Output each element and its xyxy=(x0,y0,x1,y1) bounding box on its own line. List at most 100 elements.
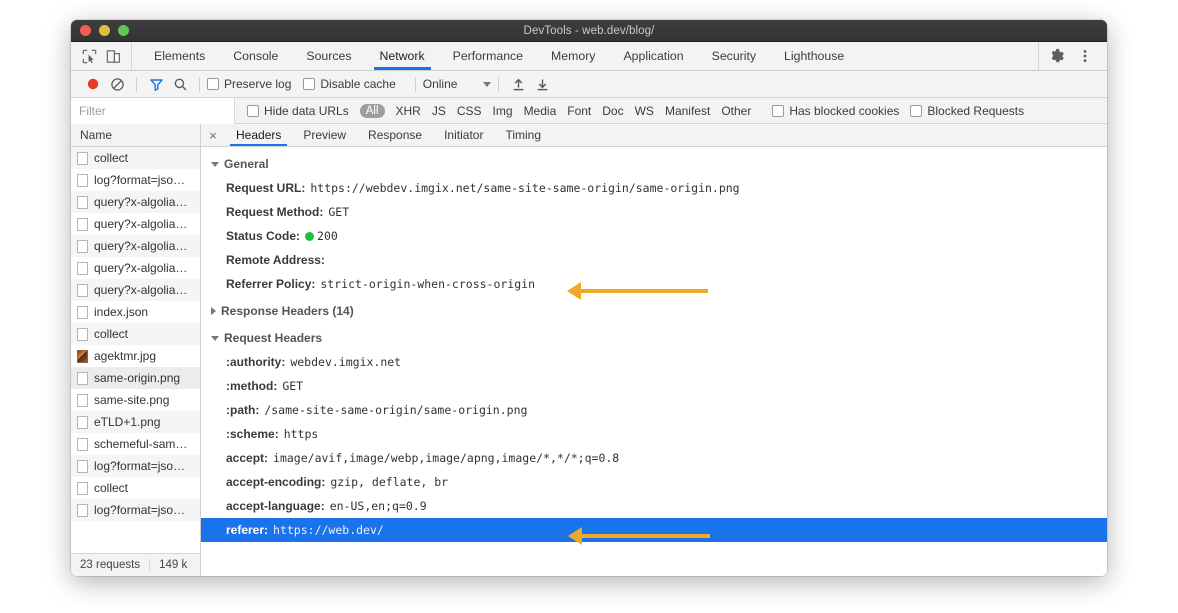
filter-type-ws[interactable]: WS xyxy=(635,104,654,118)
filter-type-other[interactable]: Other xyxy=(721,104,751,118)
generic-file-icon xyxy=(77,152,88,165)
record-button-red[interactable] xyxy=(81,73,105,95)
checkbox-box xyxy=(910,105,922,117)
toolbar-divider-2 xyxy=(199,77,200,92)
filter-type-doc[interactable]: Doc xyxy=(602,104,623,118)
toolbar-divider-4 xyxy=(498,77,499,92)
inspect-element-icon[interactable] xyxy=(81,48,98,65)
status-transfer-size: 149 k xyxy=(149,559,196,571)
network-filter-bar: Hide data URLs All XHR JS CSS Img Media … xyxy=(71,98,1107,124)
column-header-name: Name xyxy=(80,128,112,142)
preserve-log-checkbox[interactable]: Preserve log xyxy=(207,77,291,91)
network-controls-bar: Preserve log Disable cache Online xyxy=(71,71,1107,98)
filter-type-js[interactable]: JS xyxy=(432,104,446,118)
header-remote-address: Remote Address: xyxy=(201,248,1107,272)
filter-type-all[interactable]: All xyxy=(360,104,385,118)
screenshot-root: DevTools - web.dev/blog/ Elements Consol… xyxy=(0,0,1178,613)
tab-network[interactable]: Network xyxy=(366,42,439,70)
table-row[interactable]: collect xyxy=(71,477,200,499)
more-vertical-icon[interactable] xyxy=(1073,44,1097,68)
table-row[interactable]: collect xyxy=(71,147,200,169)
arrow-head-icon xyxy=(568,527,582,545)
header-request-url: Request URL: https://webdev.imgix.net/sa… xyxy=(201,176,1107,200)
disable-cache-label: Disable cache xyxy=(320,77,395,91)
checkbox-box xyxy=(772,105,784,117)
filter-type-font[interactable]: Font xyxy=(567,104,591,118)
tab-headers[interactable]: Headers xyxy=(225,124,292,146)
table-row[interactable]: query?x-algolia… xyxy=(71,191,200,213)
close-icon[interactable]: × xyxy=(201,124,225,146)
filter-type-xhr[interactable]: XHR xyxy=(396,104,421,118)
zoom-window-button[interactable] xyxy=(118,25,129,36)
filter-input[interactable] xyxy=(71,98,235,124)
table-row[interactable]: query?x-algolia… xyxy=(71,213,200,235)
filter-funnel-icon-active[interactable] xyxy=(144,73,168,95)
throttle-select[interactable]: Online xyxy=(423,77,492,91)
table-row[interactable]: same-site.png xyxy=(71,389,200,411)
table-row[interactable]: query?x-algolia… xyxy=(71,279,200,301)
header-accept: accept: image/avif,image/webp,image/apng… xyxy=(201,446,1107,470)
window-titlebar: DevTools - web.dev/blog/ xyxy=(71,20,1107,42)
table-row-selected[interactable]: same-origin.png xyxy=(71,367,200,389)
tab-memory[interactable]: Memory xyxy=(537,42,609,70)
generic-file-icon xyxy=(77,284,88,297)
import-har-icon[interactable] xyxy=(506,73,530,95)
clear-network-log-icon[interactable] xyxy=(105,73,129,95)
status-requests-count: 23 requests xyxy=(71,559,149,571)
tab-elements[interactable]: Elements xyxy=(140,42,219,70)
table-row[interactable]: log?format=jso… xyxy=(71,499,200,521)
gear-icon[interactable] xyxy=(1045,44,1069,68)
table-row[interactable]: index.json xyxy=(71,301,200,323)
section-general[interactable]: General xyxy=(201,152,1107,176)
tab-performance[interactable]: Performance xyxy=(439,42,537,70)
table-row[interactable]: query?x-algolia… xyxy=(71,257,200,279)
hide-data-urls-checkbox[interactable]: Hide data URLs xyxy=(247,104,349,118)
generic-file-icon xyxy=(77,306,88,319)
section-response-headers[interactable]: Response Headers (14) xyxy=(201,299,1107,323)
table-row[interactable]: schemeful-sam… xyxy=(71,433,200,455)
table-row[interactable]: query?x-algolia… xyxy=(71,235,200,257)
has-blocked-cookies-checkbox[interactable]: Has blocked cookies xyxy=(772,104,899,118)
minimize-window-button[interactable] xyxy=(99,25,110,36)
request-detail-panel: × Headers Preview Response Initiator Tim… xyxy=(201,124,1107,576)
blocked-requests-checkbox[interactable]: Blocked Requests xyxy=(910,104,1024,118)
tab-lighthouse[interactable]: Lighthouse xyxy=(770,42,858,70)
tab-console[interactable]: Console xyxy=(219,42,292,70)
filter-type-img[interactable]: Img xyxy=(493,104,513,118)
disable-cache-checkbox[interactable]: Disable cache xyxy=(303,77,395,91)
header-method: :method: GET xyxy=(201,374,1107,398)
search-icon[interactable] xyxy=(168,73,192,95)
toolbar-divider xyxy=(136,77,137,92)
toolbar-divider-3 xyxy=(415,77,416,92)
table-row[interactable]: log?format=jso… xyxy=(71,455,200,477)
table-row[interactable]: log?format=jso… xyxy=(71,169,200,191)
device-toolbar-icon[interactable] xyxy=(105,48,122,65)
detail-tabbar: × Headers Preview Response Initiator Tim… xyxy=(201,124,1107,147)
tab-security[interactable]: Security xyxy=(698,42,770,70)
export-har-icon[interactable] xyxy=(530,73,554,95)
filter-type-media[interactable]: Media xyxy=(524,104,557,118)
generic-file-icon xyxy=(77,174,88,187)
tab-sources[interactable]: Sources xyxy=(292,42,365,70)
generic-file-icon xyxy=(77,196,88,209)
tab-application[interactable]: Application xyxy=(609,42,697,70)
section-request-headers[interactable]: Request Headers xyxy=(201,326,1107,350)
generic-file-icon xyxy=(77,438,88,451)
devtools-tabbar-actions xyxy=(1038,42,1107,70)
generic-file-icon xyxy=(77,394,88,407)
filter-type-css[interactable]: CSS xyxy=(457,104,482,118)
chevron-right-icon xyxy=(211,307,216,315)
network-status-bar: 23 requests 149 k xyxy=(71,553,200,576)
tab-preview[interactable]: Preview xyxy=(292,124,357,146)
table-row[interactable]: collect xyxy=(71,323,200,345)
generic-file-icon xyxy=(77,460,88,473)
tab-initiator[interactable]: Initiator xyxy=(433,124,494,146)
generic-file-icon xyxy=(77,218,88,231)
filter-type-manifest[interactable]: Manifest xyxy=(665,104,710,118)
tab-response[interactable]: Response xyxy=(357,124,433,146)
table-row[interactable]: agektmr.jpg xyxy=(71,345,200,367)
close-window-button[interactable] xyxy=(80,25,91,36)
tab-timing[interactable]: Timing xyxy=(494,124,552,146)
table-row[interactable]: eTLD+1.png xyxy=(71,411,200,433)
header-status-code: Status Code: 200 xyxy=(201,224,1107,248)
